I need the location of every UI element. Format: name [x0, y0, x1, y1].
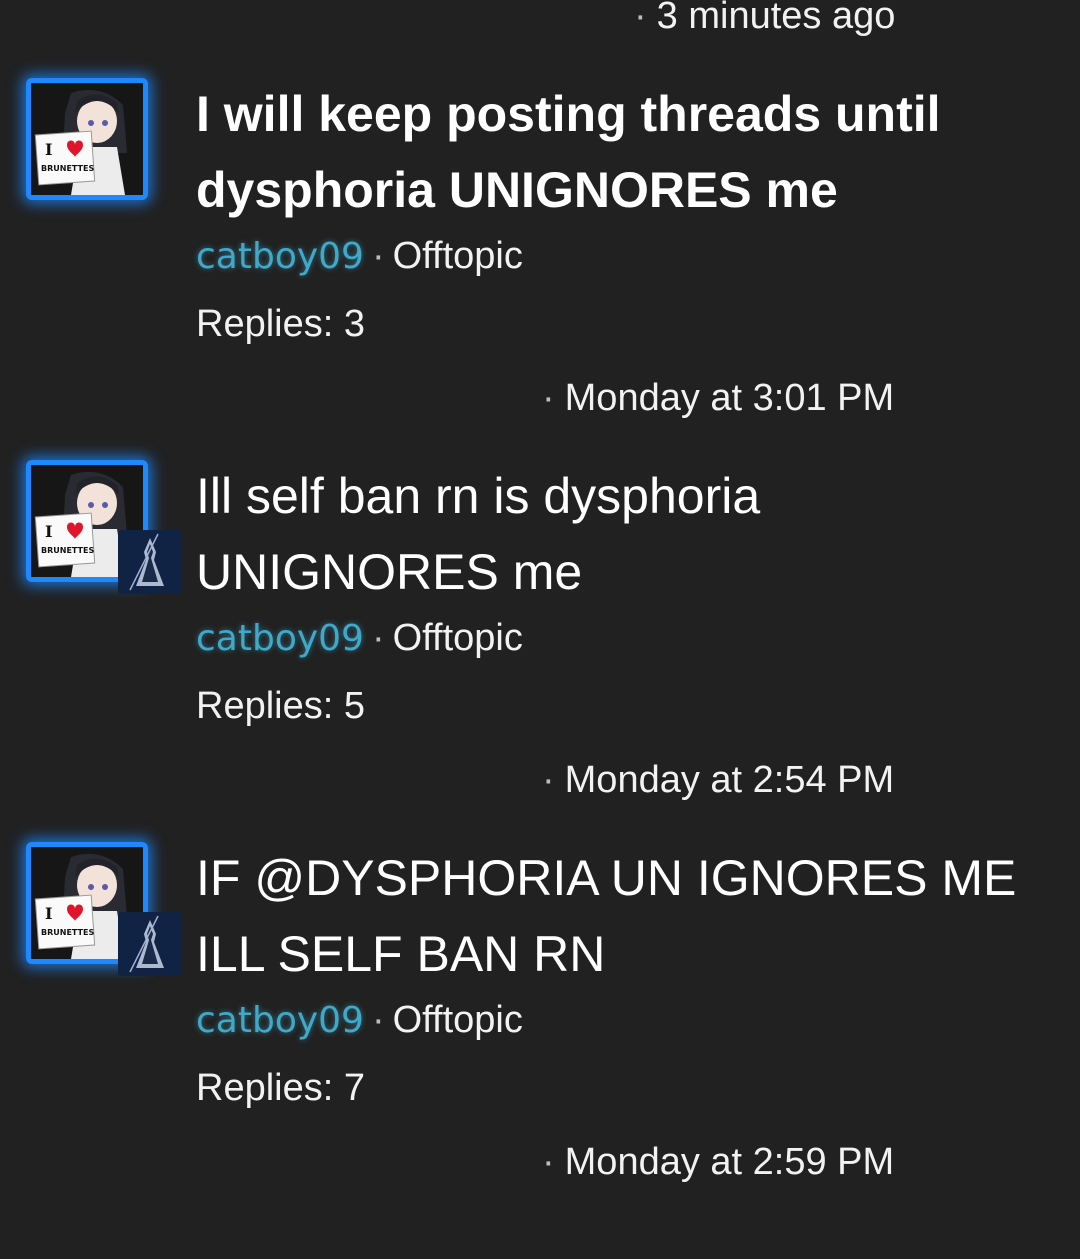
author-avatar[interactable]: I BRUNETTES: [26, 842, 182, 976]
previous-thread-timestamp: · 3 minutes ago: [634, 0, 896, 37]
replies-count: Replies: 3: [196, 303, 365, 345]
author-link[interactable]: catboy09: [196, 618, 364, 659]
author-link[interactable]: catboy09: [196, 236, 364, 277]
avatar-sign-letter: I: [45, 904, 52, 923]
thread-title[interactable]: I will keep posting threads until dyspho…: [196, 76, 1056, 228]
thread-title[interactable]: Ill self ban rn is dysphoria UNIGNORES m…: [196, 458, 1056, 610]
last-poster-avatar[interactable]: [118, 912, 182, 976]
author-avatar[interactable]: I BRUNETTES: [26, 78, 150, 202]
avatar-image: I BRUNETTES: [26, 78, 148, 200]
avatar-sign-text: BRUNETTES: [41, 928, 94, 937]
avatar-sign-letter: I: [45, 140, 52, 159]
replies-count: Replies: 7: [196, 1067, 365, 1109]
dark-figure-avatar-icon: [118, 912, 182, 976]
last-post-time[interactable]: · Monday at 2:54 PM: [542, 758, 894, 802]
avatar-sign-letter: I: [45, 522, 52, 541]
last-post-time[interactable]: · Monday at 2:59 PM: [542, 1140, 894, 1184]
thread-item[interactable]: I BRUNETTES Ill self ban rn is dysphoria…: [0, 452, 1080, 812]
thread-item[interactable]: I BRUNETTES IF @DYSPHORIA UN IGNORES ME …: [0, 834, 1080, 1194]
avatar-sign-text: BRUNETTES: [41, 546, 94, 555]
last-poster-avatar[interactable]: [118, 530, 182, 594]
anime-girl-avatar-icon: I BRUNETTES: [31, 83, 143, 195]
replies-count: Replies: 5: [196, 685, 365, 727]
last-post-time[interactable]: · Monday at 3:01 PM: [542, 376, 894, 420]
thread-item[interactable]: I BRUNETTES I will keep posting threads …: [0, 70, 1080, 430]
thread-meta: catboy09 · Offtopic: [196, 617, 523, 659]
thread-title[interactable]: IF @DYSPHORIA UN IGNORES ME ILL SELF BAN…: [196, 840, 1056, 992]
dark-figure-avatar-icon: [118, 530, 182, 594]
author-avatar[interactable]: I BRUNETTES: [26, 460, 182, 594]
avatar-sign-text: BRUNETTES: [41, 164, 94, 173]
thread-meta: catboy09 · Offtopic: [196, 999, 523, 1041]
forum-link[interactable]: Offtopic: [393, 617, 523, 659]
forum-link[interactable]: Offtopic: [393, 999, 523, 1041]
forum-link[interactable]: Offtopic: [393, 235, 523, 277]
thread-list-page: · 3 minutes ago I BRUNETTES I will keep …: [0, 0, 1080, 1259]
thread-meta: catboy09 · Offtopic: [196, 235, 523, 277]
author-link[interactable]: catboy09: [196, 1000, 364, 1041]
